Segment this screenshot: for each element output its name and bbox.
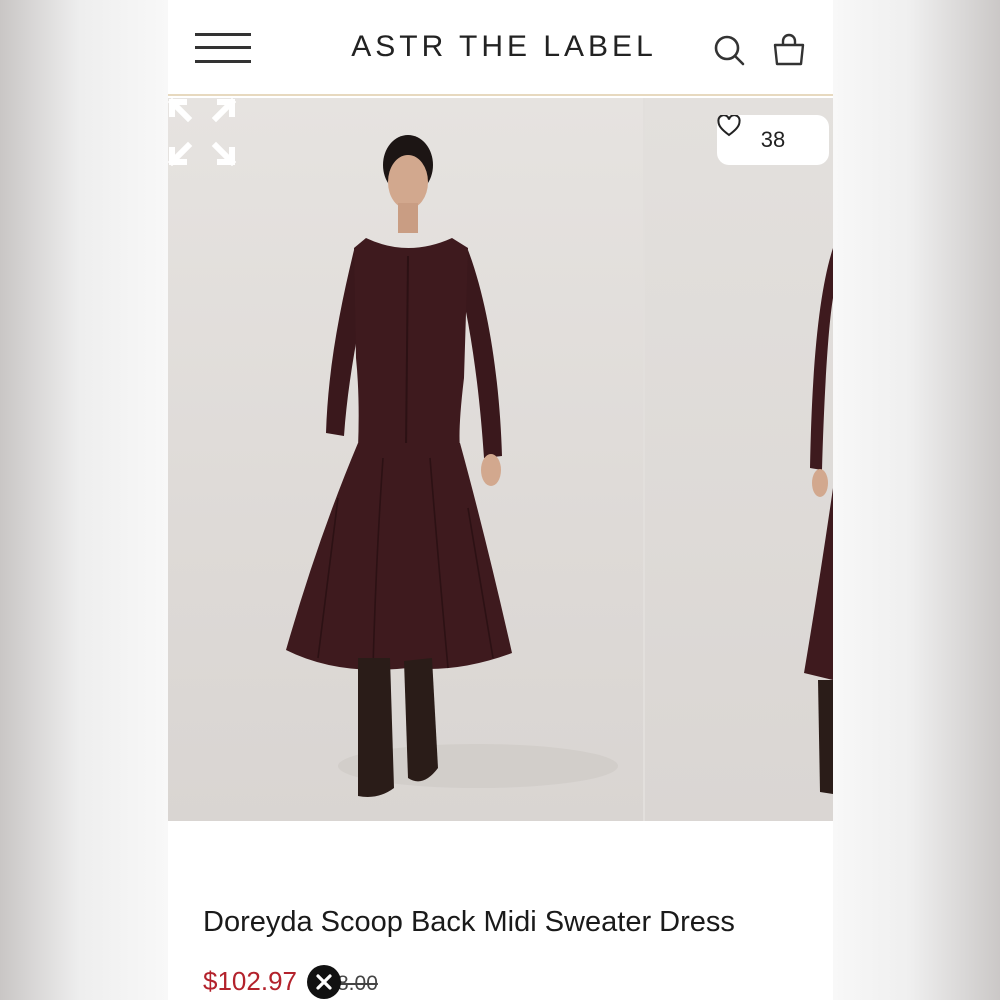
search-icon[interactable] (712, 33, 746, 67)
likes-count: 38 (760, 127, 786, 152)
phone-screen: ASTR THE LABEL 38 Doreyda Scoop Back Mid… (168, 0, 833, 1000)
bag-icon[interactable] (772, 33, 806, 67)
likes-button[interactable]: 38 (717, 115, 829, 165)
product-image-gallery[interactable]: 38 (168, 98, 833, 821)
close-icon[interactable] (307, 965, 341, 999)
menu-icon[interactable] (195, 33, 251, 65)
sale-price: $102.97 (203, 966, 297, 996)
heart-icon (717, 115, 741, 137)
product-title: Doreyda Scoop Back Midi Sweater Dress (203, 906, 735, 938)
expand-icon[interactable] (168, 98, 236, 166)
model-illustration (286, 135, 833, 797)
brand-logo[interactable]: ASTR THE LABEL (346, 30, 662, 64)
site-header: ASTR THE LABEL (168, 0, 833, 96)
original-price: 8.00 (337, 972, 378, 995)
